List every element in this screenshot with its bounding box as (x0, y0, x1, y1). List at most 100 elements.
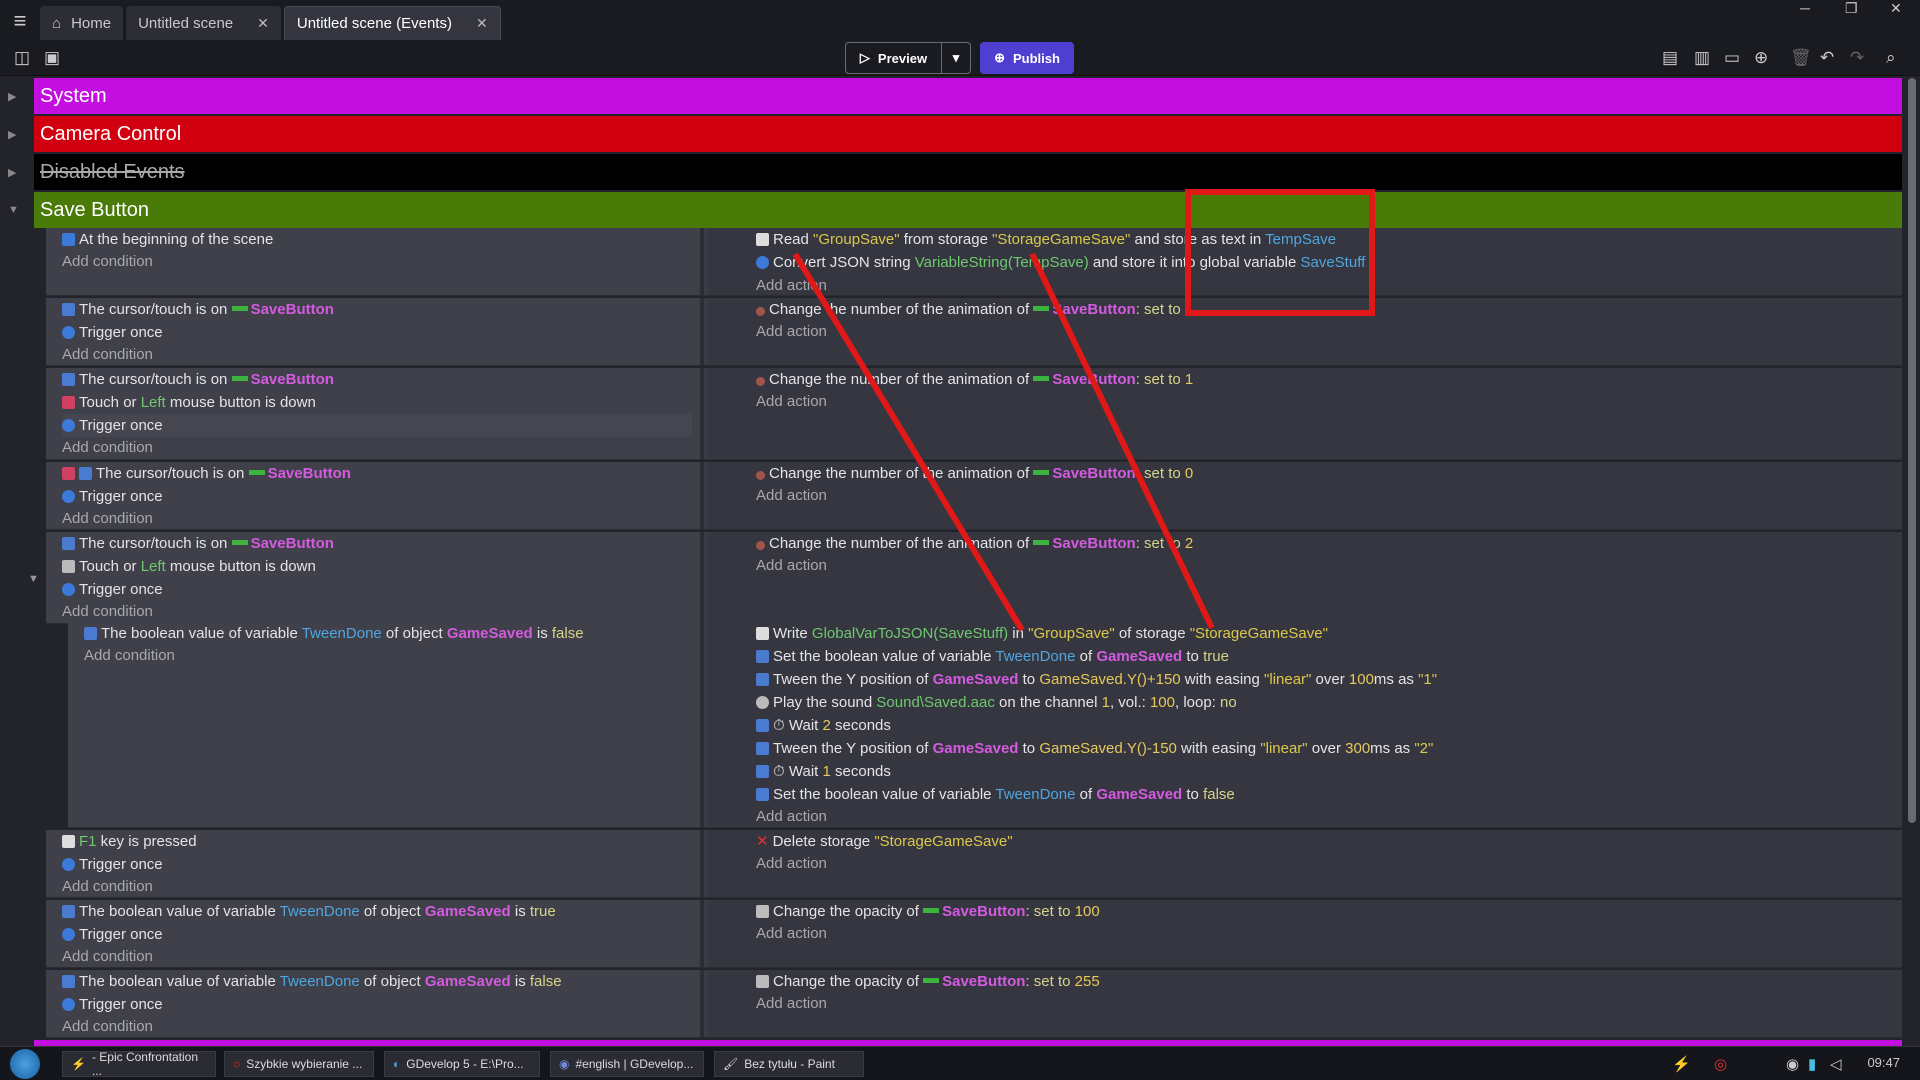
minimize-icon[interactable]: ─ (1800, 0, 1810, 20)
restore-icon[interactable]: ❐ (1845, 0, 1858, 20)
chevron-right-icon[interactable]: ▶ (8, 128, 16, 141)
tab-untitled-scene[interactable]: Untitled scene ✕ (126, 6, 281, 40)
add-condition-link[interactable]: Add condition (62, 1015, 153, 1038)
group-camera-control[interactable]: Camera Control (34, 116, 1902, 152)
preview-button[interactable]: ▷ Preview ▾ (845, 42, 971, 74)
tab-untitled-scene-events[interactable]: Untitled scene (Events) ✕ (283, 6, 501, 40)
add-icon[interactable]: ⊕ (1754, 48, 1768, 68)
add-condition-link[interactable]: Add condition (62, 875, 153, 898)
action[interactable]: Change the number of the animation of Sa… (756, 532, 1193, 555)
save-icon[interactable]: ▣ (44, 48, 60, 68)
scrollbar[interactable] (1908, 78, 1916, 823)
action[interactable]: Convert JSON string VariableString(TempS… (756, 251, 1365, 274)
volume-icon[interactable]: ◁ (1830, 1055, 1842, 1073)
condition[interactable]: The cursor/touch is on SaveButton (62, 462, 351, 485)
group-disabled-events[interactable]: Disabled Events (34, 154, 1902, 190)
condition[interactable]: The boolean value of variable TweenDone … (84, 622, 584, 645)
publish-button[interactable]: ⊕ Publish (980, 42, 1074, 74)
undo-icon[interactable]: ↶ (1820, 48, 1834, 68)
event-row[interactable]: At the beginning of the scene Add condit… (46, 228, 1902, 296)
condition[interactable]: The cursor/touch is on SaveButton (62, 368, 334, 391)
taskbar-item[interactable]: ◐ GDevelop 5 - E:\Pro... (384, 1051, 540, 1077)
tab-home[interactable]: ⌂ Home (40, 6, 124, 40)
add-condition-link[interactable]: Add condition (62, 436, 153, 459)
event-row[interactable]: The cursor/touch is on SaveButton Trigge… (46, 462, 1902, 530)
group-system[interactable]: System (34, 78, 1902, 114)
condition[interactable]: Touch or Left mouse button is down (62, 391, 316, 414)
condition[interactable]: The boolean value of variable TweenDone … (62, 900, 556, 923)
search-icon[interactable]: ⌕ (1886, 48, 1896, 68)
chevron-right-icon[interactable]: ▶ (8, 166, 16, 179)
hamburger-menu-icon[interactable]: ≡ (0, 0, 40, 42)
taskbar-item[interactable]: 🖌 Bez tytułu - Paint (714, 1051, 864, 1077)
event-row[interactable]: F1 key is pressed Trigger once Add condi… (46, 830, 1902, 898)
action[interactable]: ⏱ Wait 1 seconds (756, 760, 891, 783)
action[interactable]: Change the opacity of SaveButton: set to… (756, 900, 1100, 923)
condition[interactable]: Trigger once (62, 321, 163, 344)
action[interactable]: Read "GroupSave" from storage "StorageGa… (756, 228, 1336, 251)
condition[interactable]: Trigger once (62, 485, 163, 508)
condition[interactable]: The boolean value of variable TweenDone … (62, 970, 562, 993)
close-window-icon[interactable]: ✕ (1890, 0, 1902, 20)
chevron-down-icon[interactable]: ▼ (28, 573, 39, 585)
clock[interactable]: 09:47 (1867, 1055, 1900, 1070)
add-condition-link[interactable]: Add condition (62, 600, 153, 623)
add-action-link[interactable]: Add action (756, 320, 827, 343)
add-condition-link[interactable]: Add condition (62, 945, 153, 968)
add-condition-link[interactable]: Add condition (62, 343, 153, 366)
close-tab-icon[interactable]: ✕ (257, 15, 269, 32)
add-event-icon[interactable]: ▤ (1662, 48, 1678, 68)
action[interactable]: Tween the Y position of GameSaved to Gam… (756, 668, 1437, 691)
condition[interactable]: The cursor/touch is on SaveButton (62, 298, 334, 321)
action[interactable]: Change the opacity of SaveButton: set to… (756, 970, 1100, 993)
delete-icon[interactable]: 🗑 (1790, 48, 1812, 68)
event-row[interactable]: The cursor/touch is on SaveButton Trigge… (46, 298, 1902, 366)
event-row[interactable]: The cursor/touch is on SaveButton Touch … (46, 532, 1902, 624)
action[interactable]: Change the number of the animation of Sa… (756, 298, 1193, 321)
add-action-link[interactable]: Add action (756, 805, 827, 828)
group-save-button[interactable]: Save Button (34, 192, 1902, 228)
network-icon[interactable]: ▮ (1808, 1055, 1816, 1073)
add-action-link[interactable]: Add action (756, 992, 827, 1015)
add-action-link[interactable]: Add action (756, 852, 827, 875)
chevron-right-icon[interactable]: ▶ (8, 90, 16, 103)
tray-icon[interactable]: ◎ (1714, 1055, 1727, 1073)
condition[interactable]: Touch or Left mouse button is down (62, 555, 316, 578)
event-row[interactable]: The boolean value of variable TweenDone … (46, 900, 1902, 968)
add-action-link[interactable]: Add action (756, 274, 827, 297)
condition[interactable]: Trigger once (62, 578, 163, 601)
action[interactable]: Write GlobalVarToJSON(SaveStuff) in "Gro… (756, 622, 1328, 645)
close-tab-icon[interactable]: ✕ (476, 15, 488, 32)
add-condition-link[interactable]: Add condition (62, 250, 153, 273)
tray-icon[interactable]: ⚡ (1672, 1055, 1691, 1073)
taskbar-item[interactable]: ○ Szybkie wybieranie ... (224, 1051, 374, 1077)
chevron-down-icon[interactable]: ▼ (8, 204, 19, 216)
add-comment-icon[interactable]: ▭ (1724, 48, 1740, 68)
action[interactable]: Tween the Y position of GameSaved to Gam… (756, 737, 1433, 760)
action[interactable]: Set the boolean value of variable TweenD… (756, 783, 1235, 806)
action[interactable]: Play the sound Sound\Saved.aac on the ch… (756, 691, 1237, 714)
add-action-link[interactable]: Add action (756, 390, 827, 413)
sub-event-row[interactable]: The boolean value of variable TweenDone … (68, 622, 1902, 828)
redo-icon[interactable]: ↷ (1850, 48, 1864, 68)
add-action-link[interactable]: Add action (756, 484, 827, 507)
action[interactable]: Change the number of the animation of Sa… (756, 462, 1193, 485)
condition[interactable]: Trigger once (62, 993, 163, 1016)
condition[interactable]: Trigger once (62, 853, 163, 876)
action[interactable]: Set the boolean value of variable TweenD… (756, 645, 1229, 668)
add-condition-link[interactable]: Add condition (84, 644, 175, 667)
action[interactable]: ⏱ Wait 2 seconds (756, 714, 891, 737)
condition[interactable]: F1 key is pressed (62, 830, 197, 853)
condition[interactable]: At the beginning of the scene (62, 228, 273, 251)
add-action-link[interactable]: Add action (756, 922, 827, 945)
action[interactable]: ✕ Delete storage "StorageGameSave" (756, 830, 1013, 853)
start-button-icon[interactable] (10, 1049, 40, 1079)
condition[interactable]: The cursor/touch is on SaveButton (62, 532, 334, 555)
add-action-link[interactable]: Add action (756, 554, 827, 577)
taskbar-item[interactable]: ⚡ - Epic Confrontation ... (62, 1050, 216, 1078)
condition[interactable]: Trigger once (62, 414, 692, 437)
discord-tray-icon[interactable]: ◉ (1786, 1055, 1799, 1073)
add-condition-link[interactable]: Add condition (62, 507, 153, 530)
chevron-down-icon[interactable]: ▾ (942, 50, 970, 66)
event-row[interactable]: The cursor/touch is on SaveButton Touch … (46, 368, 1902, 460)
